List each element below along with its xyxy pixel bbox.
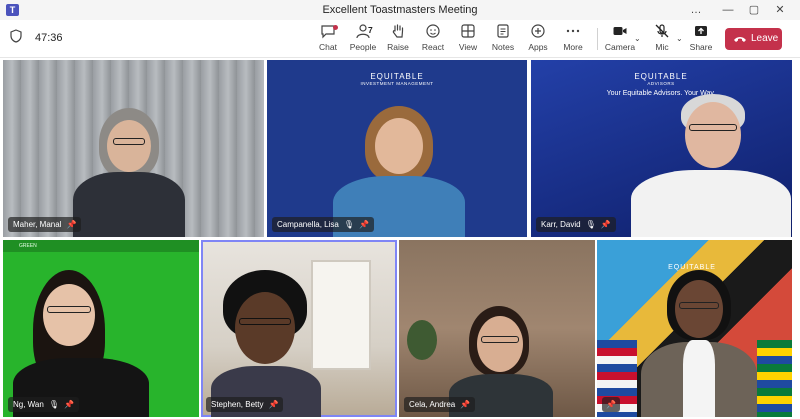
share-icon <box>695 26 707 36</box>
pin-icon: 📌 <box>358 220 369 229</box>
react-icon <box>426 24 440 38</box>
share-label: Share <box>689 42 713 52</box>
video-tile-active-speaker[interactable]: Stephen, Betty 📌 <box>201 240 397 417</box>
participant-name-tag: 📌 <box>602 397 620 412</box>
share-button[interactable]: Share <box>679 23 723 55</box>
leave-label: Leave <box>751 33 779 44</box>
flags-decoration <box>757 340 792 417</box>
close-window-button[interactable]: ✕ <box>770 2 790 18</box>
pin-icon: 📌 <box>268 400 279 409</box>
more-icon <box>566 29 580 33</box>
background-window <box>311 260 371 370</box>
participant-name-tag: Ng, Wan 🎙 📌 <box>8 397 79 412</box>
participant-name-tag: Maher, Manal 📌 <box>8 217 82 232</box>
video-tile[interactable]: Cela, Andrea 📌 <box>399 240 595 417</box>
participant-name-tag: Cela, Andrea 📌 <box>404 397 476 412</box>
green-screen-label: GREEN <box>3 240 199 252</box>
people-count: 7 <box>368 25 373 35</box>
camera-icon <box>613 27 627 35</box>
raise-hand-icon <box>392 24 404 38</box>
more-button[interactable]: More <box>551 23 595 55</box>
video-tile[interactable]: Maher, Manal 📌 <box>3 60 264 237</box>
notes-icon <box>497 24 509 38</box>
pin-icon: 📌 <box>460 400 471 409</box>
video-tile[interactable]: EQUITABLE ADVISORS Your Equitable Advisor… <box>531 60 792 237</box>
pin-icon: 📌 <box>66 220 77 229</box>
equitable-logo: EQUITABLE ADVISORS <box>634 72 688 86</box>
meeting-toolbar: 47:36 Chat 7 People Raise React View Not… <box>0 20 800 58</box>
video-tile[interactable]: EQUITABLE INVESTMENT MANAGEMENT Campanell… <box>267 60 527 237</box>
meeting-timer: 47:36 <box>35 32 63 44</box>
mic-muted-icon: 🎙 <box>585 220 596 229</box>
more-options-icon[interactable]: … <box>686 2 706 18</box>
view-icon <box>461 24 475 38</box>
equitable-tagline: Your Equitable Advisors. Your Way. <box>606 90 716 97</box>
background-plant <box>407 320 437 360</box>
participant-name-tag: Campanella, Lisa 🎙 📌 <box>272 217 374 232</box>
leave-button[interactable]: Leave <box>725 28 782 50</box>
phone-hangup-icon <box>734 37 746 42</box>
apps-icon <box>531 24 545 38</box>
pin-icon: 📌 <box>63 400 74 409</box>
window-title: Excellent Toastmasters Meeting <box>322 4 478 16</box>
camera-label: Camera <box>604 42 636 52</box>
maximize-button[interactable]: ▢ <box>744 2 764 18</box>
video-tile[interactable]: EQUITABLE 📌 <box>597 240 792 417</box>
minimize-button[interactable]: — <box>718 2 738 18</box>
mic-muted-icon: 🎙 <box>48 400 59 409</box>
participant-name-tag: Karr, David 🎙 📌 <box>536 217 616 232</box>
pin-icon: 📌 <box>600 220 611 229</box>
mic-muted-icon <box>655 24 669 38</box>
more-label: More <box>563 42 583 52</box>
mic-label: Mic <box>655 42 669 52</box>
video-tile[interactable]: GREEN Ng, Wan 🎙 📌 <box>3 240 199 417</box>
equitable-logo: EQUITABLE INVESTMENT MANAGEMENT <box>360 72 434 86</box>
pin-icon: 📌 <box>606 400 616 409</box>
mic-muted-icon: 🎙 <box>343 220 354 229</box>
shield-icon <box>10 29 22 43</box>
participant-name-tag: Stephen, Betty 📌 <box>206 397 284 412</box>
chat-unread-dot <box>333 25 338 30</box>
title-bar: T Excellent Toastmasters Meeting … — ▢ ✕ <box>0 0 800 20</box>
video-grid: Maher, Manal 📌 EQUITABLE INVESTMENT MANAGE… <box>0 58 800 419</box>
